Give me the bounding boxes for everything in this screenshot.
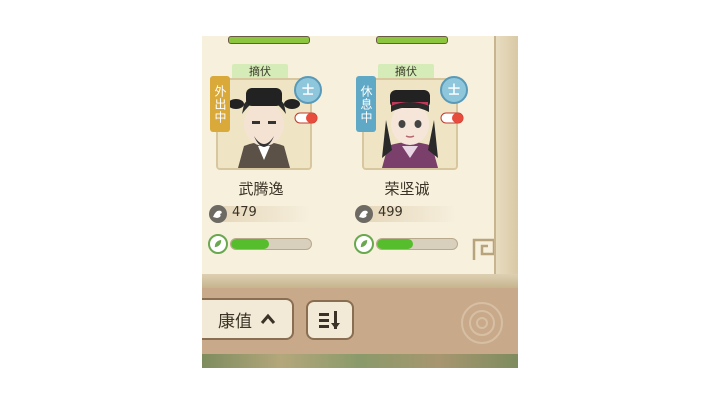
pill-icon[interactable] xyxy=(294,112,318,124)
status-badge: 外出中 xyxy=(210,76,230,132)
stat-row: 479 xyxy=(206,204,316,224)
character-name: 武腾逸 xyxy=(238,180,284,198)
health-bar-fill xyxy=(377,239,413,249)
panel-frame xyxy=(202,274,518,288)
health-bar xyxy=(376,238,458,250)
game-screen: 摘伏 外出中 士 武腾逸 479 摘伏 休息中 士 荣坚诚 499 康值 xyxy=(202,36,518,368)
sort-by-button[interactable]: 康值 xyxy=(202,298,294,340)
leaf-icon xyxy=(354,234,374,254)
stat-row: 499 xyxy=(352,204,462,224)
sort-order-icon xyxy=(319,311,340,329)
stat-value: 499 xyxy=(378,205,403,220)
muscle-icon xyxy=(209,205,227,223)
health-bar xyxy=(230,238,312,250)
character-list-panel: 摘伏 外出中 士 武腾逸 479 摘伏 休息中 士 荣坚诚 499 xyxy=(202,36,518,286)
panel-frame xyxy=(494,36,518,286)
sort-order-button[interactable] xyxy=(306,300,354,340)
stat-value: 479 xyxy=(232,205,257,220)
character-card[interactable]: 摘伏 外出中 士 武腾逸 479 xyxy=(206,64,322,259)
previous-row-bar xyxy=(376,36,448,44)
cloud-pattern-icon xyxy=(461,302,503,344)
town-map-preview xyxy=(202,354,518,368)
pill-icon[interactable] xyxy=(440,112,464,124)
chevron-up-icon xyxy=(260,313,276,324)
health-bar-row xyxy=(352,234,462,254)
character-name: 荣坚诚 xyxy=(384,180,430,198)
leaf-icon xyxy=(208,234,228,254)
previous-row-bar xyxy=(228,36,310,44)
muscle-icon xyxy=(355,205,373,223)
health-bar-row xyxy=(206,234,316,254)
health-bar-fill xyxy=(231,239,270,249)
rank-badge-icon: 士 xyxy=(440,76,468,104)
status-badge: 休息中 xyxy=(356,76,376,132)
rank-badge-icon: 士 xyxy=(294,76,322,104)
sort-by-label: 康值 xyxy=(218,311,252,332)
character-card[interactable]: 摘伏 休息中 士 荣坚诚 499 xyxy=(352,64,468,259)
